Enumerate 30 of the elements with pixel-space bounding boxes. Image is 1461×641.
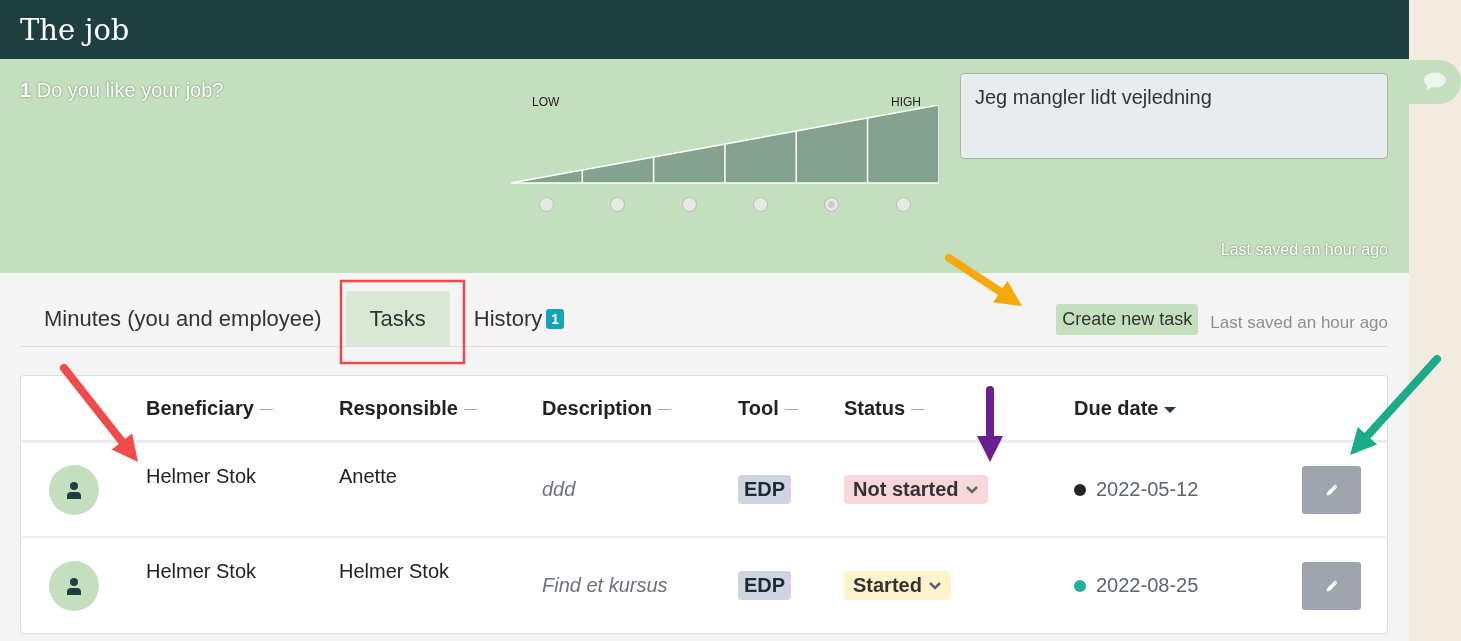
due-date: 2022-05-12	[1096, 478, 1199, 501]
status-dropdown[interactable]: Not started	[844, 475, 988, 504]
table-cell: Helmer Stok	[146, 560, 257, 583]
tab[interactable]: Tasks	[345, 291, 450, 346]
column-header[interactable]: Responsible	[339, 396, 458, 420]
scale-high-label: HIGH	[891, 95, 921, 109]
count-badge: 1	[546, 308, 565, 329]
tool-tag: EDP	[738, 571, 792, 600]
column-header[interactable]: Due date	[1074, 396, 1159, 420]
question-text: 1 Do you like your job?	[20, 78, 225, 103]
scale-low-label: LOW	[532, 95, 560, 109]
save-status: Last saved an hour ago	[1210, 313, 1388, 333]
save-status: Last saved an hour ago	[1220, 241, 1388, 259]
window-title: The job	[20, 12, 130, 47]
answer-field[interactable]: Jeg mangler lidt vejledning	[960, 73, 1388, 159]
table-cell: Helmer Stok	[339, 560, 450, 583]
tool-tag: EDP	[738, 475, 792, 504]
column-header[interactable]: Beneficiary	[146, 396, 254, 420]
column-header[interactable]: Tool	[738, 396, 779, 420]
due-date: 2022-08-25	[1096, 574, 1199, 597]
column-header[interactable]: Status	[844, 396, 906, 420]
table-cell: ddd	[542, 478, 576, 501]
column-header[interactable]: Description	[542, 396, 653, 420]
table-cell: Find et kursus	[542, 574, 668, 597]
table-cell: Helmer Stok	[146, 465, 257, 488]
table-cell: Anette	[339, 465, 397, 488]
tab[interactable]: Minutes (you and employee)	[20, 291, 346, 346]
tab[interactable]: History 1	[449, 291, 589, 346]
create-task-button[interactable]: Create new task	[1056, 304, 1199, 335]
status-dropdown[interactable]: Started	[844, 571, 951, 600]
